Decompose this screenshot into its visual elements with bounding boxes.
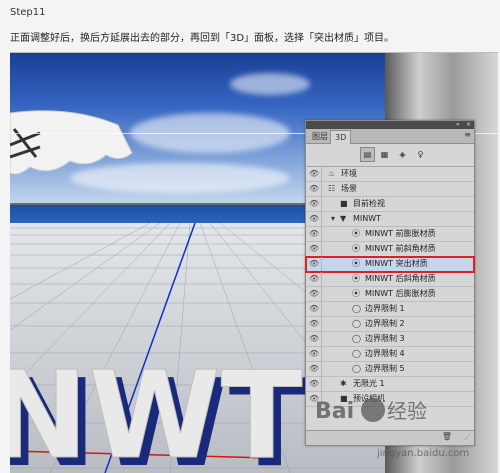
collapse-icon[interactable]: « <box>456 121 460 129</box>
row-divider <box>321 287 322 301</box>
mesh-icon: ▼ <box>340 214 347 223</box>
row-divider <box>321 317 322 331</box>
visibility-eye-icon[interactable]: 👁 <box>309 347 321 361</box>
scene-tree-row[interactable]: 👁 ⦿ MINWT 前斜角材质 <box>306 242 474 257</box>
constraint-icon: ◯ <box>352 304 361 313</box>
instruction-text: 正面调整好后，换后方延展出去的部分，再回到「3D」面板，选择「突出材质」项目。 <box>10 33 395 44</box>
row-divider <box>321 332 322 346</box>
scene-tree-row-label: MINWT 突出材质 <box>365 259 428 268</box>
row-divider <box>321 212 322 226</box>
scene-tree-row[interactable]: 👁 ♨ 环境 <box>306 167 474 182</box>
scene-tree-row-label: 场景 <box>341 184 357 193</box>
scene-tree-row-label: 目前检视 <box>353 199 385 208</box>
scene-tree-row[interactable]: 👁 ⦿ MINWT 后膨胀材质 <box>306 287 474 302</box>
material-icon: ⦿ <box>352 259 360 268</box>
watermark-url: jingyan.baidu.com <box>376 448 469 459</box>
expand-toggle-icon[interactable]: ▾ <box>331 212 335 226</box>
scene-tree-row[interactable]: 👁 ◯ 边界限制 5 <box>306 362 474 377</box>
tab-3d[interactable]: 3D <box>330 130 352 144</box>
material-icon: ⦿ <box>352 244 360 253</box>
scene-tree-row-label: 边界限制 3 <box>365 334 405 343</box>
row-divider <box>321 182 322 196</box>
visibility-eye-icon[interactable]: 👁 <box>309 272 321 286</box>
scene-tree-row[interactable]: 👁 ⦿ MINWT 后斜角材质 <box>306 272 474 287</box>
scene-icon: ☷ <box>328 184 336 193</box>
visibility-eye-icon[interactable]: 👁 <box>309 227 321 241</box>
svg-text:NWT: NWT <box>10 347 303 473</box>
material-icon: ⦿ <box>352 229 360 238</box>
step-title: Step11 <box>10 7 46 18</box>
visibility-eye-icon[interactable]: 👁 <box>309 317 321 331</box>
row-divider <box>321 272 322 286</box>
scene-tree-row-label: 边界限制 2 <box>365 319 405 328</box>
row-divider <box>321 362 322 376</box>
mesh-filter-icon[interactable]: ▦ <box>378 148 391 161</box>
scene-tree-row[interactable]: 👁 ◯ 边界限制 3 <box>306 332 474 347</box>
constraint-icon: ◯ <box>352 364 361 373</box>
filter-toolbar: ▤ ▦ ◈ ♀ <box>306 144 474 167</box>
material-icon: ⦿ <box>352 289 360 298</box>
scene-tree-row[interactable]: 👁 ▾ ▼ MINWT <box>306 212 474 227</box>
row-divider <box>321 257 322 271</box>
baidu-watermark: Bai 经验 jingyan.baidu.com <box>315 386 495 466</box>
material-icon: ⦿ <box>352 274 360 283</box>
camera-icon: ■ <box>340 199 348 208</box>
visibility-eye-icon[interactable]: 👁 <box>309 212 321 226</box>
visibility-eye-icon[interactable]: 👁 <box>309 332 321 346</box>
scene-tree-row-label: 边界限制 1 <box>365 304 405 313</box>
watermark-brand: Bai <box>315 399 354 424</box>
constraint-icon: ◯ <box>352 334 361 343</box>
scene-tree-row-label: 边界限制 4 <box>365 349 405 358</box>
row-divider <box>321 197 322 211</box>
scene-tree-row-selected[interactable]: 👁 ⦿ MINWT 突出材质 <box>305 256 475 273</box>
scene-tree-row-label: MINWT <box>353 214 382 223</box>
tab-layers[interactable]: 图层 <box>308 130 332 143</box>
scene-tree: 👁 ♨ 环境 👁 ☷ 场景 👁 ■ 目前检视 👁 ▾ ▼ MINWT 👁 ⦿ MINWT 前膨胀材质 👁 ⦿ MIN… <box>305 167 475 407</box>
scene-tree-row-label: 环境 <box>341 169 357 178</box>
panel-header-bar: « × <box>306 121 474 129</box>
visibility-eye-icon[interactable]: 👁 <box>309 257 321 271</box>
visibility-eye-icon[interactable]: 👁 <box>309 197 321 211</box>
scene-tree-row-label: MINWT 前膨胀材质 <box>365 229 436 238</box>
scene-tree-row-label: MINWT 前斜角材质 <box>365 244 436 253</box>
light-filter-icon[interactable]: ♀ <box>414 148 427 161</box>
constraint-icon: ◯ <box>352 319 361 328</box>
constraint-icon: ◯ <box>352 349 361 358</box>
row-divider <box>321 227 322 241</box>
scene-filter-icon[interactable]: ▤ <box>360 147 375 162</box>
row-divider <box>321 302 322 316</box>
scene-tree-row[interactable]: 👁 ◯ 边界限制 4 <box>306 347 474 362</box>
close-icon[interactable]: × <box>466 121 471 129</box>
panel-tabs: 图层 3D ≡ <box>306 129 474 144</box>
visibility-eye-icon[interactable]: 👁 <box>309 242 321 256</box>
environment-icon: ♨ <box>328 169 336 178</box>
panel-menu-icon[interactable]: ≡ <box>464 130 471 139</box>
material-filter-icon[interactable]: ◈ <box>396 148 409 161</box>
watermark-brand2: 经验 <box>387 399 427 423</box>
scene-tree-row[interactable]: 👁 ◯ 边界限制 1 <box>306 302 474 317</box>
scene-tree-row-label: MINWT 后膨胀材质 <box>365 289 436 298</box>
scene-tree-row[interactable]: 👁 ■ 目前检视 <box>306 197 474 212</box>
visibility-eye-icon[interactable]: 👁 <box>309 287 321 301</box>
scene-tree-row[interactable]: 👁 ⦿ MINWT 前膨胀材质 <box>306 227 474 242</box>
3d-text-minwt: NWT NWT <box>10 347 310 473</box>
row-divider <box>321 242 322 256</box>
visibility-eye-icon[interactable]: 👁 <box>309 182 321 196</box>
visibility-eye-icon[interactable]: 👁 <box>309 167 321 181</box>
scene-tree-row[interactable]: 👁 ◯ 边界限制 2 <box>306 317 474 332</box>
visibility-eye-icon[interactable]: 👁 <box>309 302 321 316</box>
beach-umbrella <box>10 110 133 175</box>
row-divider <box>321 347 322 361</box>
scene-tree-row[interactable]: 👁 ☷ 场景 <box>306 182 474 197</box>
visibility-eye-icon[interactable]: 👁 <box>309 362 321 376</box>
row-divider <box>321 167 322 181</box>
scene-tree-row-label: 边界限制 5 <box>365 364 405 373</box>
scene-tree-row-label: MINWT 后斜角材质 <box>365 274 436 283</box>
